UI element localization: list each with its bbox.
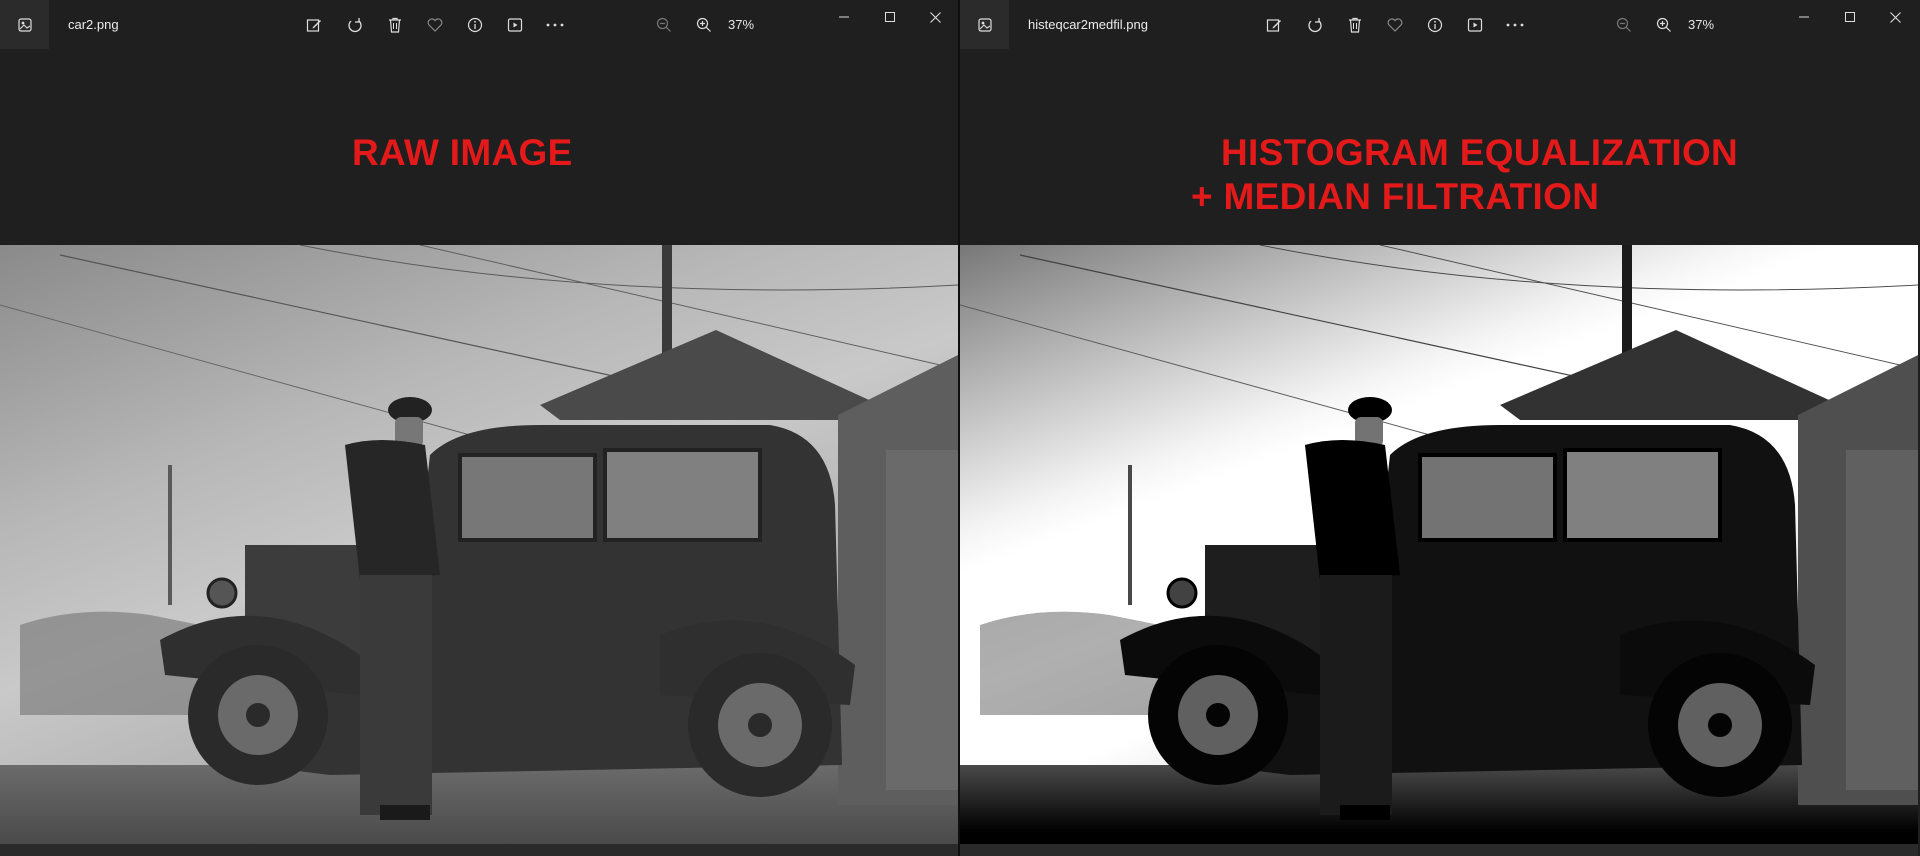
zoom-in-icon[interactable]	[1651, 12, 1677, 38]
caption-line-1: RAW IMAGE	[352, 132, 573, 173]
info-icon[interactable]	[462, 12, 488, 38]
close-icon[interactable]	[1872, 0, 1918, 34]
car-photo-equalized	[960, 245, 1918, 844]
delete-icon[interactable]	[1342, 12, 1368, 38]
minimize-icon[interactable]	[1781, 0, 1827, 34]
caption-line-1: HISTOGRAM EQUALIZATION	[1221, 132, 1739, 173]
title-bar: car2.png 37%	[0, 0, 958, 49]
photos-app-icon[interactable]	[960, 0, 1009, 49]
zoom-out-icon[interactable]	[651, 12, 677, 38]
photo-viewer-window-left: car2.png 37% RAW IMAGE	[0, 0, 958, 856]
zoom-in-icon[interactable]	[691, 12, 717, 38]
info-icon[interactable]	[1422, 12, 1448, 38]
zoom-level: 37%	[728, 17, 755, 32]
caption-line-2: + MEDIAN FILTRATION	[1191, 176, 1600, 217]
rotate-icon[interactable]	[342, 12, 368, 38]
photos-app-icon[interactable]	[0, 0, 49, 49]
maximize-icon[interactable]	[867, 0, 913, 34]
minimize-icon[interactable]	[821, 0, 867, 34]
photo-viewer-window-right: histeqcar2medfil.png 37% HISTOGRAM EQUAL…	[960, 0, 1918, 856]
rotate-icon[interactable]	[1302, 12, 1328, 38]
zoom-level: 37%	[1688, 17, 1715, 32]
close-icon[interactable]	[912, 0, 958, 34]
slideshow-icon[interactable]	[1462, 12, 1488, 38]
edit-image-icon[interactable]	[301, 12, 327, 38]
maximize-icon[interactable]	[1827, 0, 1873, 34]
more-options-icon[interactable]	[1502, 12, 1528, 38]
bottom-bar	[960, 844, 1918, 856]
file-name: car2.png	[68, 17, 119, 32]
file-name: histeqcar2medfil.png	[1028, 17, 1148, 32]
title-bar: histeqcar2medfil.png 37%	[960, 0, 1918, 49]
zoom-out-icon[interactable]	[1611, 12, 1637, 38]
favorite-icon[interactable]	[1382, 12, 1408, 38]
bottom-bar	[0, 844, 958, 856]
edit-image-icon[interactable]	[1261, 12, 1287, 38]
delete-icon[interactable]	[382, 12, 408, 38]
car-photo-raw	[0, 245, 958, 844]
slideshow-icon[interactable]	[502, 12, 528, 38]
more-options-icon[interactable]	[542, 12, 568, 38]
favorite-icon[interactable]	[422, 12, 448, 38]
